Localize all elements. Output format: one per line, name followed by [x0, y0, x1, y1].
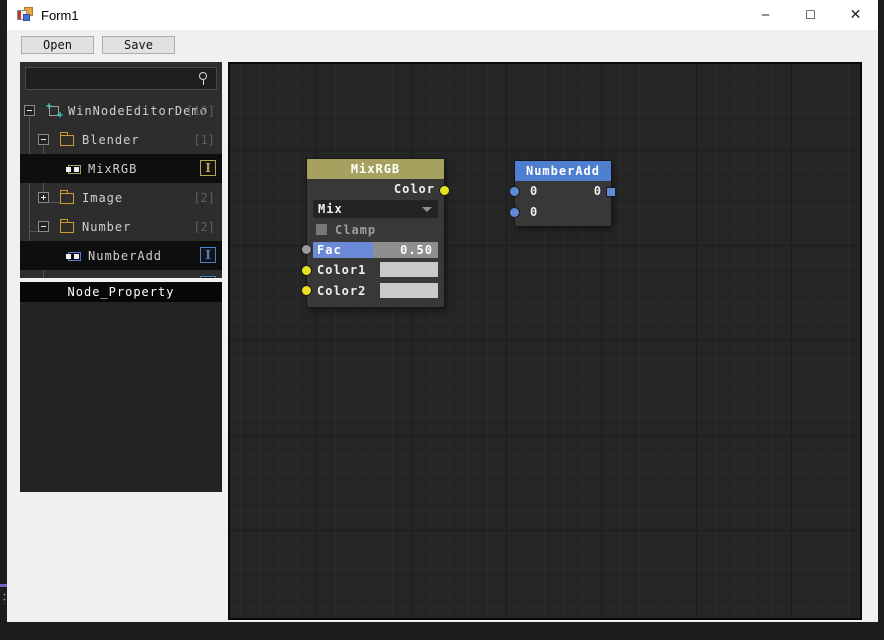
tree-item-label: Image	[82, 191, 124, 205]
tree-item-label: MixRGB	[88, 162, 138, 176]
color1-swatch[interactable]	[380, 262, 438, 277]
node-tree: + + WinNodeEditorDemo [10] Blender [1] M…	[20, 96, 222, 278]
tree-item-count: [2]	[193, 220, 215, 234]
blend-mode-dropdown[interactable]: Mix	[313, 200, 438, 218]
folder-icon	[60, 219, 74, 233]
tree-item-winnodeeditordemo[interactable]: + + WinNodeEditorDemo [10]	[20, 96, 222, 125]
tree-item-number[interactable]: Number [2]	[20, 212, 222, 241]
socket-fac-input[interactable]	[301, 244, 312, 255]
tree-item-blender[interactable]: Blender [1]	[20, 125, 222, 154]
socket-color2-input[interactable]	[301, 285, 312, 296]
socket-number1-input[interactable]	[509, 186, 520, 197]
node-property-header: Node_Property	[20, 282, 222, 302]
clamp-checkbox[interactable]	[316, 224, 327, 235]
color2-label: Color2	[317, 284, 367, 298]
tree-item-label: NumberAdd	[88, 249, 163, 263]
socket-number2-input[interactable]	[509, 207, 520, 218]
search-icon	[197, 72, 209, 86]
folder-icon	[60, 190, 74, 204]
fac-slider-fill: Fac	[313, 242, 373, 258]
color1-label: Color1	[317, 263, 367, 277]
search-box[interactable]	[25, 67, 217, 90]
node-icon	[66, 165, 83, 174]
numberadd-row1: 0 0	[515, 181, 611, 202]
collapse-icon[interactable]	[38, 221, 49, 232]
input2-value: 0	[530, 205, 539, 219]
socket-color1-input[interactable]	[301, 265, 312, 276]
minimize-button[interactable]: ─	[743, 0, 788, 30]
node-icon	[66, 252, 83, 261]
save-button[interactable]: Save	[102, 36, 175, 54]
input1-value: 0	[530, 184, 539, 198]
window-title: Form1	[41, 7, 79, 23]
output-label: Color	[393, 182, 435, 196]
tree-item-mixrgb[interactable]: MixRGB I	[20, 154, 222, 183]
fac-value: 0.50	[373, 242, 438, 258]
chevron-down-icon	[422, 207, 432, 212]
tree-item-label: Number	[82, 220, 132, 234]
tree-item-count: [10]	[186, 104, 215, 118]
desktop-artifact	[0, 584, 7, 587]
toolbar: Open Save	[7, 30, 878, 60]
scene-icon: + +	[46, 101, 63, 121]
color2-swatch[interactable]	[380, 283, 438, 298]
node-type-icon: I	[200, 276, 216, 278]
blend-mode-value: Mix	[318, 202, 343, 216]
node-mixrgb[interactable]: MixRGB Color Mix Clamp Fac 0.50 Color1 C…	[301, 159, 450, 307]
collapse-icon[interactable]	[24, 105, 35, 116]
clamp-label: Clamp	[335, 223, 377, 237]
node-type-icon: I	[200, 247, 216, 263]
color1-row: Color1	[307, 260, 444, 281]
node-type-icon: I	[200, 160, 216, 176]
node-mixrgb-title[interactable]: MixRGB	[307, 159, 444, 179]
tree-item-count: [2]	[193, 191, 215, 205]
socket-sum-output[interactable]	[606, 187, 616, 197]
search-input[interactable]	[30, 69, 192, 88]
numberadd-row2: 0	[515, 202, 611, 222]
tree-item-numberadd[interactable]: NumberAdd I	[20, 241, 222, 270]
titlebar: Form1 ─ ☐ ✕	[7, 0, 878, 30]
app-icon	[17, 7, 33, 23]
fac-slider[interactable]: Fac 0.50	[313, 242, 438, 258]
tree-item-label: Blender	[82, 133, 140, 147]
clamp-row: Clamp	[307, 220, 444, 240]
expand-icon[interactable]	[38, 192, 49, 203]
color2-row: Color2	[307, 281, 444, 301]
tree-item-numberinput[interactable]: NumberInput I	[20, 270, 222, 278]
output-value: 0	[593, 184, 602, 198]
socket-color-output[interactable]	[439, 185, 450, 196]
tree-item-image[interactable]: Image [2]	[20, 183, 222, 212]
node-numberadd[interactable]: NumberAdd 0 0 0	[509, 161, 616, 226]
node-numberadd-title[interactable]: NumberAdd	[515, 161, 611, 181]
maximize-button[interactable]: ☐	[788, 0, 833, 30]
desktop: Form1 ─ ☐ ✕ Open Save + + WinNodeEditorD…	[0, 0, 884, 640]
form-window: Form1 ─ ☐ ✕ Open Save + + WinNodeEditorD…	[7, 0, 878, 622]
close-button[interactable]: ✕	[833, 0, 878, 30]
node-tree-panel: + + WinNodeEditorDemo [10] Blender [1] M…	[20, 62, 222, 278]
node-editor-canvas[interactable]: MixRGB Color Mix Clamp Fac 0.50 Color1 C…	[228, 62, 862, 620]
tree-item-count: [1]	[193, 133, 215, 147]
collapse-icon[interactable]	[38, 134, 49, 145]
node-property-panel: Node_Property	[20, 282, 222, 492]
open-button[interactable]: Open	[21, 36, 94, 54]
folder-icon	[60, 132, 74, 146]
node-mixrgb-output-row: Color	[307, 179, 444, 199]
